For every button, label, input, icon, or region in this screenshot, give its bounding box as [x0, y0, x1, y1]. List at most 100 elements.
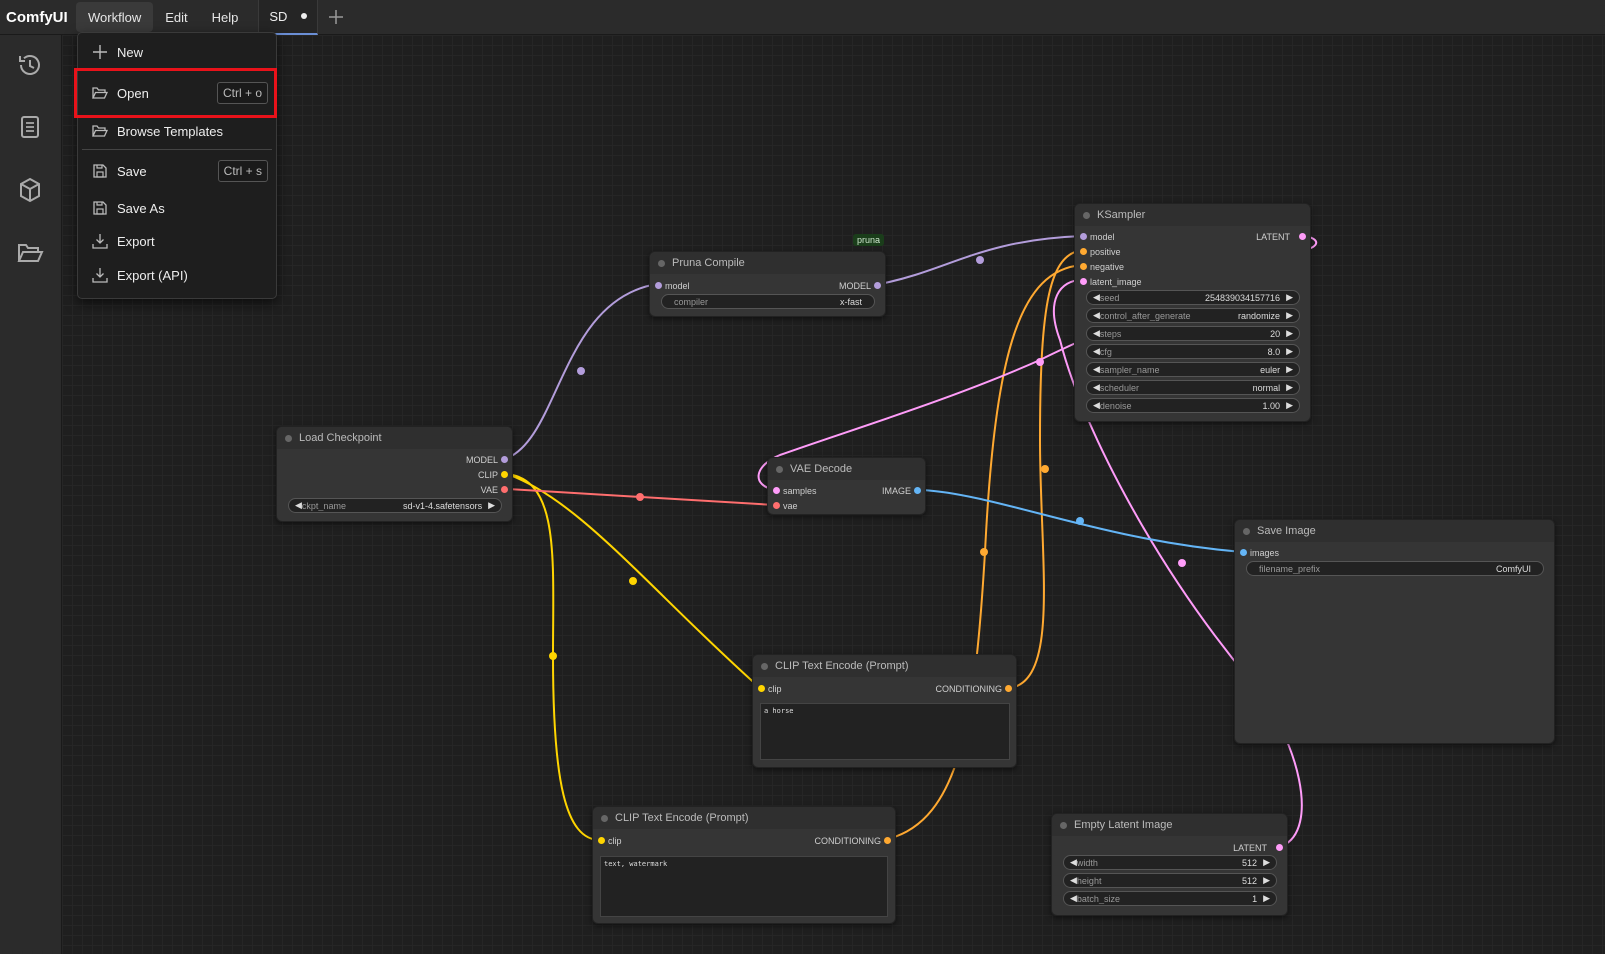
increment-arrow-icon[interactable]: ▶ — [1286, 346, 1293, 357]
menu-item-export[interactable]: Export — [88, 226, 268, 256]
menu-divider — [82, 149, 272, 150]
widget-label: height — [1076, 875, 1102, 886]
decrement-arrow-icon[interactable]: ◀ — [1093, 292, 1100, 303]
increment-arrow-icon[interactable]: ▶ — [1286, 364, 1293, 375]
input-slot-images[interactable] — [1240, 549, 1247, 556]
link-midpoint — [549, 652, 557, 660]
widget-scheduler[interactable]: ◀ scheduler normal ▶ — [1086, 380, 1300, 395]
decrement-arrow-icon[interactable]: ◀ — [1070, 875, 1077, 886]
increment-arrow-icon[interactable]: ▶ — [1263, 893, 1270, 904]
widget-ckpt-name[interactable]: ◀ ckpt_name sd-v1-4.safetensors ▶ — [288, 498, 502, 513]
output-slot-model[interactable] — [874, 282, 881, 289]
decrement-arrow-icon[interactable]: ◀ — [1093, 328, 1100, 339]
decrement-arrow-icon[interactable]: ◀ — [1093, 310, 1100, 321]
increment-arrow-icon[interactable]: ▶ — [1286, 310, 1293, 321]
widget-value: euler — [1260, 364, 1281, 375]
slot-label: model — [1090, 232, 1115, 242]
decrement-arrow-icon[interactable]: ◀ — [1093, 400, 1100, 411]
widget-compiler[interactable]: compiler x-fast — [661, 294, 875, 309]
menu-item-save[interactable]: Save Ctrl + s — [88, 156, 268, 186]
slot-label: clip — [608, 836, 622, 846]
output-slot-vae[interactable] — [501, 486, 508, 493]
input-slot-model[interactable] — [1080, 233, 1087, 240]
node-save-image[interactable]: Save Image images filename_prefix ComfyU… — [1234, 519, 1555, 744]
decrement-arrow-icon[interactable]: ◀ — [1093, 346, 1100, 357]
input-slot-latent-image[interactable] — [1080, 278, 1087, 285]
link-midpoint — [1036, 358, 1044, 366]
decrement-arrow-icon[interactable]: ◀ — [1093, 382, 1100, 393]
input-slot-vae[interactable] — [773, 502, 780, 509]
node-title: CLIP Text Encode (Prompt) — [593, 807, 895, 829]
widget-value: x-fast — [839, 296, 862, 307]
increment-arrow-icon[interactable]: ▶ — [1286, 328, 1293, 339]
node-empty-latent-image[interactable]: Empty Latent Image LATENT ◀ width 512 ▶ ◀ he… — [1051, 813, 1288, 916]
output-slot-model[interactable] — [501, 456, 508, 463]
node-clip-text-encode-positive[interactable]: CLIP Text Encode (Prompt) clip CONDITION… — [752, 654, 1017, 768]
slot-label: LATENT — [1256, 232, 1290, 242]
menu-item-browse-templates[interactable]: Browse Templates — [88, 116, 268, 146]
plus-icon — [93, 45, 107, 59]
menu-item-label: Export — [117, 233, 155, 249]
widget-label: filename_prefix — [1259, 563, 1321, 574]
slot-label: VAE — [480, 485, 498, 495]
menu-item-save-as[interactable]: Save As — [88, 193, 268, 223]
widget-steps[interactable]: ◀ steps 20 ▶ — [1086, 326, 1300, 341]
decrement-arrow-icon[interactable]: ◀ — [1093, 364, 1100, 375]
increment-arrow-icon[interactable]: ▶ — [1263, 857, 1270, 868]
menu-item-label: Export (API) — [117, 267, 188, 283]
widget-filename-prefix[interactable]: filename_prefix ComfyUI — [1246, 561, 1544, 576]
prompt-textarea[interactable]: a horse — [760, 703, 1010, 760]
menu-item-export-api[interactable]: Export (API) — [88, 260, 268, 290]
widget-value: 20 — [1270, 328, 1281, 339]
widget-denoise[interactable]: ◀ denoise 1.00 ▶ — [1086, 398, 1300, 413]
download-icon — [92, 234, 108, 249]
node-pruna-compile[interactable]: Pruna Compile model MODEL compiler x-fas… — [649, 251, 886, 317]
widget-seed[interactable]: ◀ seed 254839034157716 ▶ — [1086, 290, 1300, 305]
input-slot-clip[interactable] — [758, 685, 765, 692]
node-title: KSampler — [1075, 204, 1310, 226]
node-title: Pruna Compile — [650, 252, 885, 274]
input-slot-negative[interactable] — [1080, 263, 1087, 270]
output-slot-clip[interactable] — [501, 471, 508, 478]
input-slot-model[interactable] — [655, 282, 662, 289]
link-midpoint — [636, 493, 644, 501]
node-clip-text-encode-negative[interactable]: CLIP Text Encode (Prompt) clip CONDITION… — [592, 806, 896, 924]
widget-cfg[interactable]: ◀ cfg 8.0 ▶ — [1086, 344, 1300, 359]
node-vae-decode[interactable]: VAE Decode samples vae IMAGE — [767, 457, 926, 515]
node-title: Save Image — [1235, 520, 1554, 542]
slot-label: negative — [1090, 262, 1125, 272]
output-slot-conditioning[interactable] — [884, 837, 891, 844]
node-load-checkpoint[interactable]: Load Checkpoint MODEL CLIP VAE ◀ ckpt_nam… — [276, 426, 513, 522]
increment-arrow-icon[interactable]: ▶ — [488, 500, 495, 511]
widget-value: 1 — [1252, 893, 1258, 904]
input-slot-positive[interactable] — [1080, 248, 1087, 255]
widget-sampler-name[interactable]: ◀ sampler_name euler ▶ — [1086, 362, 1300, 377]
decrement-arrow-icon[interactable]: ◀ — [1070, 893, 1077, 904]
widget-value: 254839034157716 — [1204, 292, 1281, 303]
increment-arrow-icon[interactable]: ▶ — [1263, 875, 1270, 886]
prompt-textarea[interactable]: text, watermark — [600, 856, 888, 917]
output-slot-image[interactable] — [914, 487, 921, 494]
slot-label: MODEL — [838, 281, 871, 291]
input-slot-clip[interactable] — [598, 837, 605, 844]
decrement-arrow-icon[interactable]: ◀ — [1070, 857, 1077, 868]
menu-item-label: Browse Templates — [117, 123, 223, 139]
output-slot-latent[interactable] — [1276, 844, 1283, 851]
widget-width[interactable]: ◀ width 512 ▶ — [1063, 855, 1277, 870]
widget-height[interactable]: ◀ height 512 ▶ — [1063, 873, 1277, 888]
widget-control-after-generate[interactable]: ◀ control_after_generate randomize ▶ — [1086, 308, 1300, 323]
slot-label: latent_image — [1090, 277, 1142, 287]
output-slot-latent[interactable] — [1299, 233, 1306, 240]
menu-item-new[interactable]: New — [88, 37, 268, 67]
widget-label: scheduler — [1099, 382, 1139, 393]
folder-open-icon — [92, 125, 108, 137]
increment-arrow-icon[interactable]: ▶ — [1286, 400, 1293, 411]
decrement-arrow-icon[interactable]: ◀ — [295, 500, 302, 511]
node-ksampler[interactable]: KSampler model positive negative latent_… — [1074, 203, 1311, 422]
output-slot-conditioning[interactable] — [1005, 685, 1012, 692]
increment-arrow-icon[interactable]: ▶ — [1286, 382, 1293, 393]
slot-label: vae — [783, 501, 798, 511]
input-slot-samples[interactable] — [773, 487, 780, 494]
widget-batch-size[interactable]: ◀ batch_size 1 ▶ — [1063, 891, 1277, 906]
increment-arrow-icon[interactable]: ▶ — [1286, 292, 1293, 303]
